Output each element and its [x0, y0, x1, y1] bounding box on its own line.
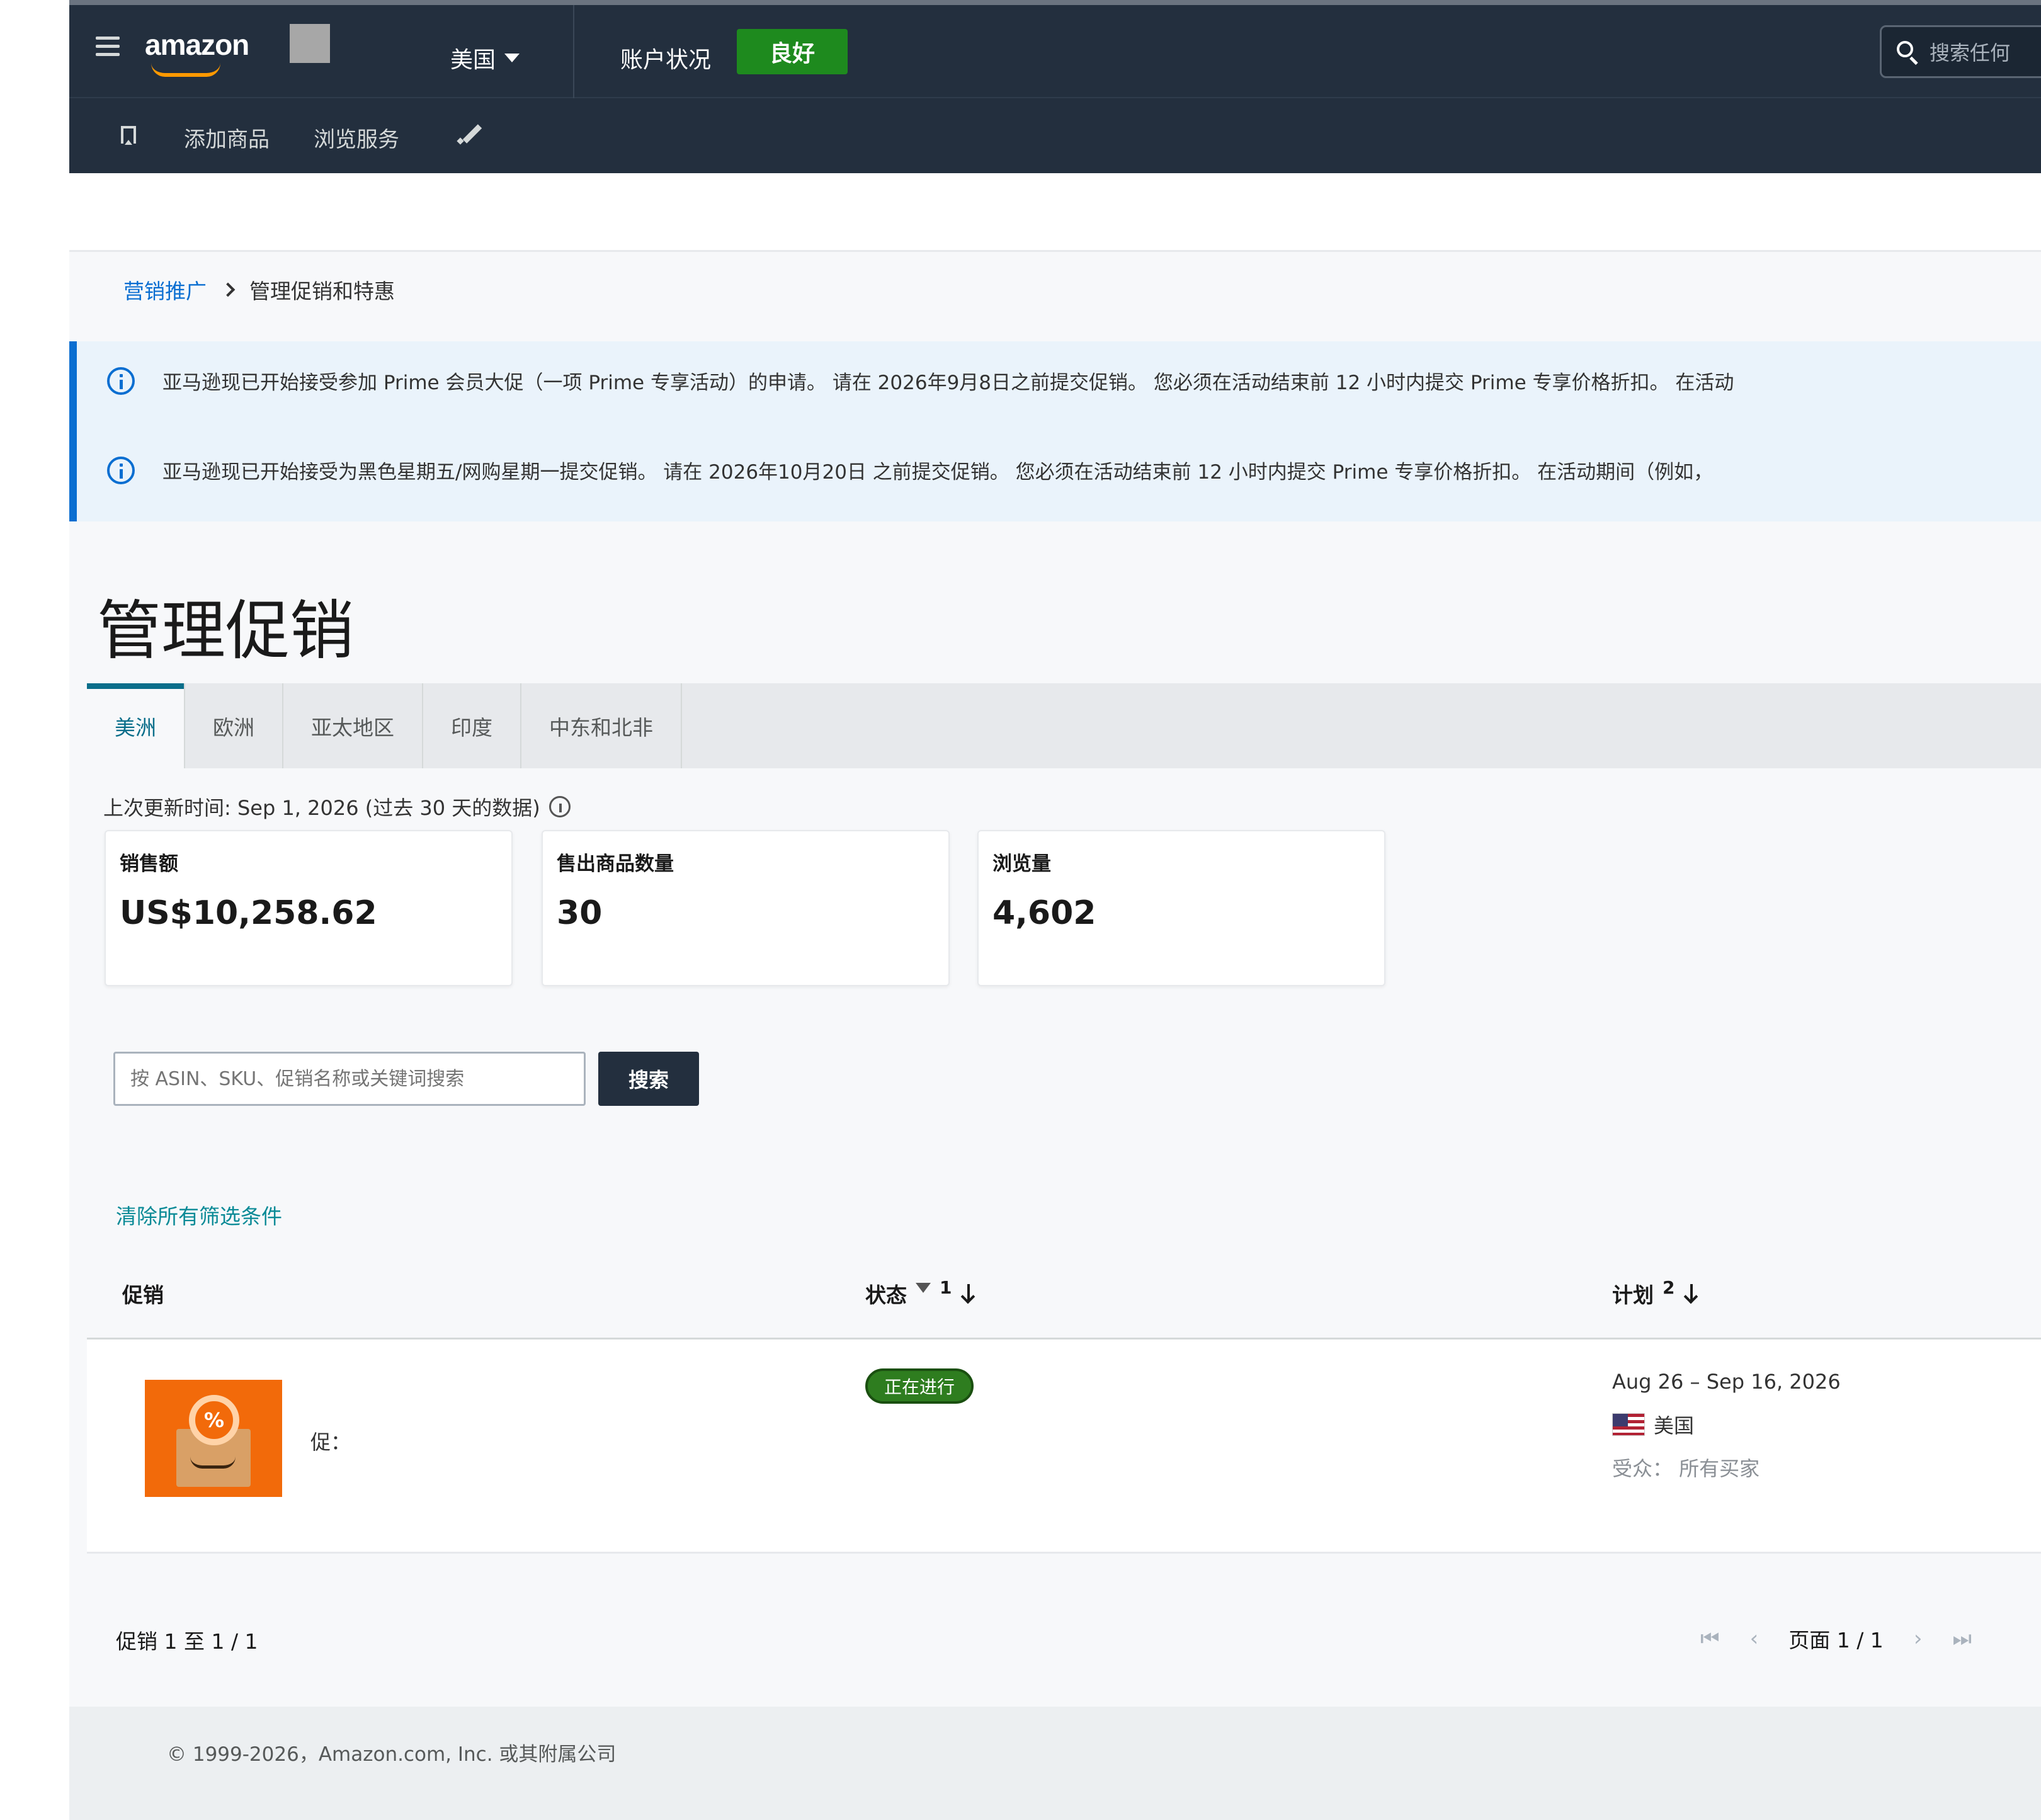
column-header-label: 状态 [865, 1283, 907, 1307]
tab-apac[interactable]: 亚太地区 [283, 683, 423, 768]
top-strip [69, 0, 2041, 5]
tab-europe[interactable]: 欧洲 [185, 683, 283, 768]
filter-icon[interactable] [916, 1283, 931, 1293]
search-icon [1897, 41, 1918, 65]
copyright-text: © 1999-2026，Amazon.com, Inc. 或其附属公司 [167, 1743, 617, 1766]
info-icon [107, 456, 135, 484]
plan-region-label: 美国 [1654, 1414, 1695, 1438]
column-header-label: 计划 [1612, 1283, 1654, 1307]
chevron-right-icon [220, 282, 236, 297]
promotion-thumbnail[interactable]: % [145, 1380, 282, 1497]
account-status-label: 账户状况 [620, 47, 712, 73]
account-status-badge[interactable]: 良好 [737, 29, 848, 74]
banner-text-1: 亚马逊现已开始接受参加 Prime 会员大促（一项 Prime 专享活动）的申请… [162, 372, 1734, 394]
banner-text-2: 亚马逊现已开始接受为黑色星期五/网购星期一提交促销。 请在 2026年10月20… [162, 461, 1714, 484]
column-header-status[interactable]: 状态 1 [865, 1277, 977, 1309]
metric-value: 30 [557, 894, 603, 932]
bookmark-bar: 添加商品 浏览服务 [69, 100, 2041, 173]
table-row[interactable]: % 促： 正在进行 Aug 26 – Sep 16, 2026 美国 受众： 所… [87, 1339, 2041, 1554]
status-badge: 正在进行 [865, 1368, 974, 1404]
caret-down-icon [504, 54, 520, 62]
banner-message-1: 亚马逊现已开始接受参加 Prime 会员大促（一项 Prime 专享活动）的申请… [107, 367, 1734, 395]
metric-card-sales: 销售额 US$10,258.62 [105, 830, 513, 986]
edit-pencil-icon[interactable] [457, 121, 482, 146]
first-page-icon[interactable]: ⏮ [1700, 1626, 1720, 1651]
browse-services-link[interactable]: 浏览服务 [314, 122, 399, 153]
menu-icon[interactable] [96, 37, 120, 57]
pagination-count: 促销 1 至 1 / 1 [116, 1629, 258, 1654]
pagination-controls: ⏮ ‹ 页面 1 / 1 › ⏭ [1700, 1624, 1972, 1654]
metric-card-units: 售出商品数量 30 [542, 830, 950, 986]
column-header-promotion: 促销 [122, 1278, 164, 1309]
sort-desc-icon[interactable] [960, 1283, 977, 1304]
last-updated: 上次更新时间: Sep 1, 2026 (过去 30 天的数据) [103, 792, 571, 821]
us-flag-icon [1612, 1413, 1645, 1436]
bookmark-icon[interactable] [121, 126, 136, 145]
logo-text: amazon [145, 28, 249, 61]
region-selector[interactable]: 美国 [450, 42, 520, 74]
breadcrumb-marketing-link[interactable]: 营销推广 [123, 275, 207, 305]
search-button[interactable]: 搜索 [598, 1052, 699, 1106]
tab-india[interactable]: 印度 [423, 683, 521, 768]
metric-label: 销售额 [120, 853, 178, 875]
amazon-logo[interactable]: amazon [145, 28, 264, 78]
region-label: 美国 [450, 47, 496, 73]
sort-order: 2 [1663, 1277, 1675, 1298]
region-tabs: 美洲 欧洲 亚太地区 印度 中东和北非 [87, 683, 2041, 768]
sort-order: 1 [940, 1277, 952, 1298]
tab-americas[interactable]: 美洲 [87, 683, 185, 768]
last-page-icon[interactable]: ⏭ [1952, 1626, 1972, 1651]
metric-value: 4,602 [992, 894, 1096, 932]
promo-search-input[interactable] [113, 1052, 586, 1106]
metric-label: 浏览量 [992, 853, 1051, 875]
sort-desc-icon[interactable] [1683, 1283, 1700, 1304]
breadcrumb: 营销推广 管理促销和特惠 [123, 275, 395, 305]
global-search[interactable]: 搜索任何 [1880, 25, 2041, 78]
page-title: 管理促销 [97, 594, 354, 669]
store-logo-placeholder[interactable] [290, 24, 330, 63]
header-divider [573, 5, 574, 98]
next-page-icon[interactable]: › [1914, 1626, 1923, 1651]
column-header-label: 促销 [122, 1283, 164, 1307]
info-icon [107, 367, 135, 395]
column-header-plan[interactable]: 计划 2 [1612, 1277, 1700, 1309]
logo-smile [151, 63, 220, 77]
plan-region: 美国 [1612, 1410, 1694, 1439]
tab-mena[interactable]: 中东和北非 [521, 683, 682, 768]
metric-card-views: 浏览量 4,602 [977, 830, 1385, 986]
metric-label: 售出商品数量 [557, 853, 674, 875]
plan-audience: 受众： 所有买家 [1612, 1457, 1760, 1481]
last-updated-text: 上次更新时间: Sep 1, 2026 (过去 30 天的数据) [103, 796, 540, 820]
promotion-name[interactable]: 促： [310, 1426, 351, 1455]
plan-dates: Aug 26 – Sep 16, 2026 [1612, 1370, 1841, 1394]
global-search-placeholder: 搜索任何 [1930, 41, 2011, 65]
info-banner: 亚马逊现已开始接受参加 Prime 会员大促（一项 Prime 专享活动）的申请… [69, 341, 2041, 521]
page: amazon 美国 账户状况 良好 搜索任何 添加商品 浏览服务 营销推广 管理… [69, 0, 2041, 1820]
top-navigation: amazon 美国 账户状况 良好 搜索任何 添加商品 浏览服务 [69, 0, 2041, 173]
page-indicator: 页面 1 / 1 [1788, 1628, 1884, 1652]
discount-badge-icon: % [189, 1395, 239, 1445]
breadcrumb-current: 管理促销和特惠 [249, 279, 395, 304]
banner-message-2: 亚马逊现已开始接受为黑色星期五/网购星期一提交促销。 请在 2026年10月20… [107, 456, 1713, 484]
subheader-band [69, 173, 2041, 252]
clear-filters-link[interactable]: 清除所有筛选条件 [116, 1200, 282, 1230]
header-row: amazon 美国 账户状况 良好 搜索任何 [69, 5, 2041, 98]
prev-page-icon[interactable]: ‹ [1750, 1626, 1759, 1651]
info-icon[interactable] [549, 796, 571, 817]
add-product-link[interactable]: 添加商品 [184, 122, 270, 153]
metric-value: US$10,258.62 [120, 894, 377, 932]
